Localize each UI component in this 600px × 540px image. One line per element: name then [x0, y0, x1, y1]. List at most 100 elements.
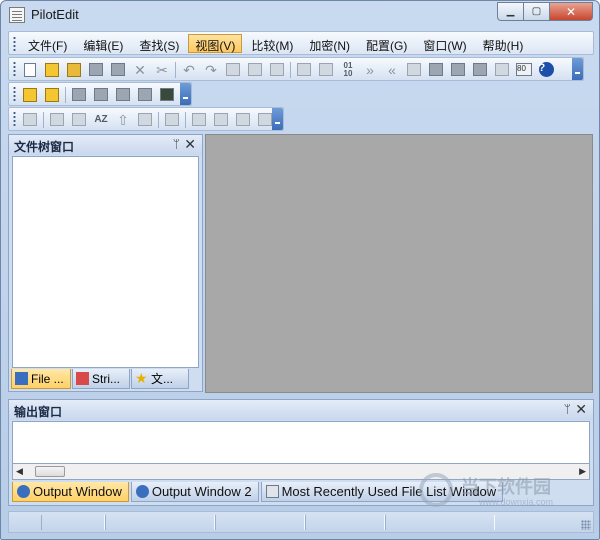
menu-view[interactable]: 视图(V) — [188, 34, 243, 53]
copy-icon[interactable] — [224, 61, 242, 78]
file-tree-header: 文件树窗口 ᛘ ✕ — [9, 135, 202, 155]
window-title: PilotEdit — [31, 7, 79, 22]
ftp-icon[interactable] — [405, 61, 423, 78]
ascii-label: 80 — [516, 63, 532, 76]
close-file-icon[interactable]: ✕ — [131, 61, 149, 78]
tab-output-window-2[interactable]: Output Window 2 — [130, 482, 259, 502]
menu-search[interactable]: 查找(S) — [132, 34, 186, 53]
toolbar-grip[interactable] — [13, 61, 16, 77]
pin-icon[interactable]: ᛘ — [173, 137, 180, 151]
toolbar-overflow-button[interactable] — [572, 58, 583, 80]
menu-compare[interactable]: 比较(M) — [244, 34, 300, 53]
close-button[interactable]: ✕ — [549, 2, 593, 21]
paste-icon[interactable] — [246, 61, 264, 78]
menu-window[interactable]: 窗口(W) — [416, 34, 473, 53]
hex-label: 01 10 — [343, 60, 353, 78]
scroll-left-icon[interactable]: ◀ — [16, 466, 23, 477]
menu-config[interactable]: 配置(G) — [359, 34, 414, 53]
status-cell — [215, 515, 305, 530]
sort-label: AZ — [94, 113, 108, 125]
watermark-title: 当下软件园 — [461, 477, 551, 497]
close-icon[interactable]: ✕ — [575, 401, 587, 418]
new-file-icon[interactable] — [21, 61, 39, 78]
output-header: 输出窗口 ᛘ ✕ — [9, 400, 593, 420]
settings-icon[interactable] — [493, 61, 511, 78]
app-icon — [9, 7, 25, 23]
toolbar-separator — [175, 61, 176, 78]
list-icon[interactable] — [136, 111, 154, 128]
toolbar-grip[interactable] — [13, 111, 16, 127]
editor-area[interactable] — [205, 134, 593, 393]
macro-icon[interactable] — [114, 86, 132, 103]
output-content[interactable] — [12, 421, 590, 463]
sort-az-icon[interactable]: AZ — [92, 111, 110, 128]
output-icon — [17, 485, 30, 498]
hex-icon[interactable]: 01 10 — [339, 61, 357, 78]
bookmark-next-icon[interactable] — [43, 86, 61, 103]
watermark-logo — [419, 473, 453, 507]
wrap-icon[interactable] — [92, 86, 110, 103]
bookmark-icon[interactable] — [21, 86, 39, 103]
next-icon[interactable]: » — [361, 61, 379, 78]
tab-favorites[interactable]: ★ 文... — [131, 369, 189, 389]
maximize-button[interactable]: ▢ — [523, 2, 549, 21]
status-cell — [41, 515, 105, 530]
title-bar[interactable]: PilotEdit ▁ ▢ ✕ — [1, 1, 599, 29]
replace-icon[interactable] — [317, 61, 335, 78]
expand-icon[interactable] — [190, 111, 208, 128]
build-icon[interactable] — [449, 61, 467, 78]
menu-edit[interactable]: 编辑(E) — [76, 34, 130, 53]
compile-icon[interactable] — [427, 61, 445, 78]
pin-icon[interactable]: ᛘ — [564, 402, 571, 416]
spell-check-icon[interactable] — [70, 111, 88, 128]
toolbar-grip[interactable] — [13, 86, 16, 102]
toolbar-separator — [185, 111, 186, 128]
scroll-thumb[interactable] — [35, 466, 65, 477]
toolbar-overflow-button[interactable] — [272, 108, 283, 130]
previous-icon[interactable]: « — [383, 61, 401, 78]
menu-bar: 文件(F) 编辑(E) 查找(S) 视图(V) 比较(M) 加密(N) 配置(G… — [8, 31, 594, 55]
resize-grip[interactable] — [581, 520, 591, 530]
screenshot-icon[interactable] — [163, 111, 181, 128]
output-icon — [135, 485, 149, 498]
watermark-url: www.downxia.com — [479, 497, 554, 507]
toolbar-overflow-button[interactable] — [180, 83, 191, 105]
help-icon[interactable]: ? — [537, 61, 555, 78]
string-icon — [76, 372, 89, 385]
undo-icon[interactable]: ↶ — [180, 61, 198, 78]
open-folder-icon[interactable] — [65, 61, 83, 78]
ascii-icon[interactable]: 80 — [515, 61, 533, 78]
zoom-out-icon[interactable] — [234, 111, 252, 128]
close-icon[interactable]: ✕ — [184, 136, 196, 153]
zoom-in-icon[interactable] — [212, 111, 230, 128]
run-icon[interactable] — [471, 61, 489, 78]
file-tree-title: 文件树窗口 — [14, 140, 75, 154]
file-tree-view[interactable] — [12, 156, 199, 368]
menu-grip[interactable] — [13, 36, 16, 52]
macro-play-icon[interactable] — [136, 86, 154, 103]
tab-file-tree[interactable]: File ... — [11, 369, 71, 389]
second-toolbar — [8, 82, 192, 106]
status-cell — [105, 515, 215, 530]
menu-file[interactable]: 文件(F) — [21, 34, 74, 53]
column-mode-icon[interactable] — [70, 86, 88, 103]
open-file-icon[interactable] — [43, 61, 61, 78]
menu-encrypt[interactable]: 加密(N) — [302, 34, 357, 53]
save-icon[interactable] — [87, 61, 105, 78]
cut-icon[interactable]: ✂ — [153, 61, 171, 78]
watermark: 当下软件园 www.downxia.com — [419, 471, 589, 511]
clipboard-icon[interactable] — [268, 61, 286, 78]
output-title: 输出窗口 — [14, 405, 63, 419]
tab-output-window[interactable]: Output Window — [12, 482, 129, 502]
indent-icon[interactable] — [21, 111, 39, 128]
encoding-icon[interactable] — [158, 86, 176, 103]
status-cell — [305, 515, 385, 530]
redo-icon[interactable]: ↷ — [202, 61, 220, 78]
minimize-button[interactable]: ▁ — [497, 2, 523, 21]
new-window-icon[interactable] — [48, 111, 66, 128]
save-all-icon[interactable] — [109, 61, 127, 78]
find-in-files-icon[interactable] — [295, 61, 313, 78]
menu-help[interactable]: 帮助(H) — [476, 34, 531, 53]
sort-up-icon[interactable]: ⇧ — [114, 111, 132, 128]
tab-strings[interactable]: Stri... — [72, 369, 130, 389]
